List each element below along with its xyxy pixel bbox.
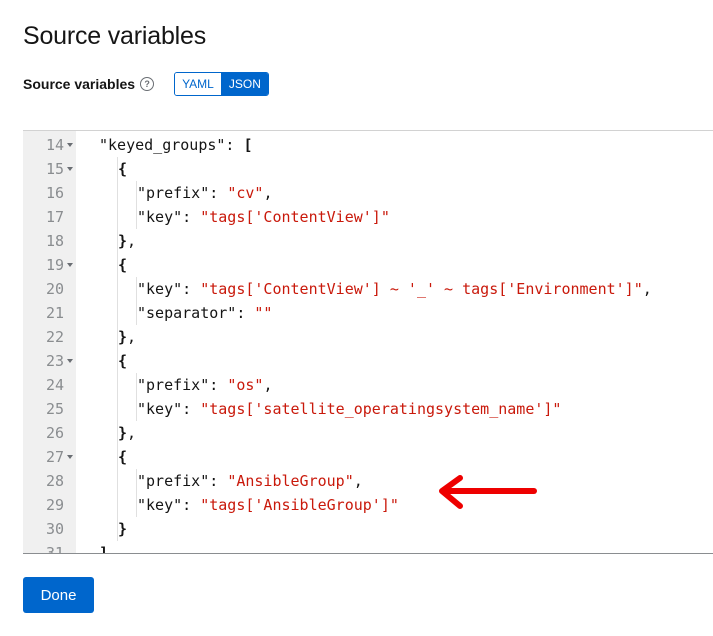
code-text: "prefix": "os",	[137, 376, 273, 394]
json-toggle-button[interactable]: JSON	[220, 72, 268, 95]
help-icon[interactable]: ?	[140, 76, 155, 91]
code-text: "key": "tags['ContentView']"	[137, 208, 390, 226]
code-line[interactable]: 19 {	[23, 253, 713, 277]
code-line[interactable]: 22},	[23, 325, 713, 349]
code-text: "prefix": "AnsibleGroup",	[137, 472, 363, 490]
line-number: 28	[45, 472, 64, 490]
line-number: 23	[45, 352, 64, 370]
line-number: 27	[45, 448, 64, 466]
left-arrow-icon	[439, 475, 537, 509]
code-text: {	[118, 448, 128, 466]
code-line[interactable]: 17 "key": "tags['ContentView']"	[23, 205, 713, 229]
code-line[interactable]: 16 "prefix": "cv",	[23, 181, 713, 205]
code-line[interactable]: 28 "prefix": "AnsibleGroup",	[23, 469, 713, 493]
code-line[interactable]: 21 "separator": ""	[23, 301, 713, 325]
code-text: "key": "tags['satellite_operatingsystem_…	[137, 400, 562, 418]
fold-caret-icon[interactable]	[67, 263, 73, 267]
code-line[interactable]: 30}	[23, 517, 713, 541]
code-text: {	[118, 256, 128, 274]
indent-guide	[117, 181, 118, 205]
indent-guide	[117, 469, 118, 493]
page-title: Source variables	[23, 22, 207, 50]
code-line[interactable]: 15 {	[23, 157, 713, 181]
code-line[interactable]: 23 {	[23, 349, 713, 373]
code-line[interactable]: 14 "keyed_groups": [	[23, 133, 713, 157]
code-text: {	[118, 352, 128, 370]
line-number: 19	[45, 256, 64, 274]
yaml-toggle-button[interactable]: YAML	[175, 72, 221, 95]
line-number: 29	[45, 496, 64, 514]
code-editor[interactable]: 14 "keyed_groups": [15{16 "prefix": "cv", 1…	[23, 130, 713, 554]
line-number: 25	[45, 400, 64, 418]
line-number: 21	[45, 304, 64, 322]
code-line[interactable]: 18},	[23, 229, 713, 253]
code-text: "prefix": "cv",	[137, 184, 273, 202]
code-text: "separator": ""	[137, 304, 273, 322]
code-text: },	[118, 424, 137, 442]
source-variables-field-header: Source variables ? YAML JSON	[23, 71, 269, 96]
line-number: 16	[45, 184, 64, 202]
indent-guide	[117, 373, 118, 397]
indent-guide	[117, 277, 118, 301]
code-line[interactable]: 24 "prefix": "os",	[23, 373, 713, 397]
code-line[interactable]: 31]	[23, 541, 713, 554]
code-lines: 14 "keyed_groups": [15{16 "prefix": "cv", 1…	[23, 133, 713, 554]
source-variables-label: Source variables	[23, 75, 136, 92]
code-line[interactable]: 27 {	[23, 445, 713, 469]
line-number: 15	[45, 160, 64, 178]
line-number: 14	[45, 136, 64, 154]
code-text: ]	[99, 544, 109, 554]
code-line[interactable]: 26},	[23, 421, 713, 445]
line-number: 20	[45, 280, 64, 298]
fold-caret-icon[interactable]	[67, 167, 73, 171]
indent-guide	[117, 397, 118, 421]
fold-caret-icon[interactable]	[67, 455, 73, 459]
line-number: 17	[45, 208, 64, 226]
code-line[interactable]: 20 "key": "tags['ContentView'] ~ '_' ~ ta…	[23, 277, 713, 301]
code-text: "key": "tags['AnsibleGroup']"	[137, 496, 399, 514]
format-toggle-group: YAML JSON	[174, 71, 269, 96]
fold-caret-icon[interactable]	[67, 143, 73, 147]
fold-caret-icon[interactable]	[67, 359, 73, 363]
indent-guide	[117, 301, 118, 325]
code-line[interactable]: 25 "key": "tags['satellite_operatingsyste…	[23, 397, 713, 421]
code-line[interactable]: 29 "key": "tags['AnsibleGroup']"	[23, 493, 713, 517]
indent-guide	[117, 493, 118, 517]
line-number: 18	[45, 232, 64, 250]
code-text: }	[118, 520, 128, 538]
code-text: "key": "tags['ContentView'] ~ '_' ~ tags…	[137, 280, 652, 298]
indent-guide	[117, 205, 118, 229]
line-number: 31	[45, 544, 64, 554]
done-button[interactable]: Done	[23, 577, 94, 613]
code-text: {	[118, 160, 128, 178]
line-number: 26	[45, 424, 64, 442]
line-number: 22	[45, 328, 64, 346]
code-text: "keyed_groups": [	[99, 136, 253, 154]
code-text: },	[118, 232, 137, 250]
code-text: },	[118, 328, 137, 346]
line-number: 24	[45, 376, 64, 394]
line-number: 30	[45, 520, 64, 538]
